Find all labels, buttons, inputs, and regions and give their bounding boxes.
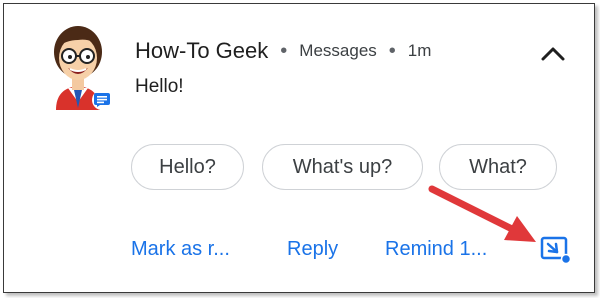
messages-icon [92, 90, 112, 110]
notification-card[interactable]: How-To Geek • Messages • 1m Hello! Hello… [3, 3, 595, 293]
reply-chip-what[interactable]: What? [439, 144, 557, 190]
timestamp: 1m [407, 41, 432, 60]
notification-header: How-To Geek • Messages • 1m [135, 38, 431, 64]
message-text: Hello! [135, 76, 184, 97]
separator-dot: • [280, 40, 288, 62]
app-name: Messages [299, 41, 377, 60]
reply-chip-hello[interactable]: Hello? [131, 144, 244, 190]
reply-button[interactable]: Reply [287, 238, 338, 261]
reply-chip-whats-up[interactable]: What's up? [262, 144, 423, 190]
bubble-icon[interactable] [540, 236, 572, 264]
mark-as-read-button[interactable]: Mark as r... [131, 238, 230, 261]
chevron-up-icon[interactable] [540, 44, 566, 62]
sender-name: How-To Geek [135, 38, 269, 63]
separator-dot: • [388, 40, 396, 62]
remind-button[interactable]: Remind 1... [385, 238, 487, 261]
